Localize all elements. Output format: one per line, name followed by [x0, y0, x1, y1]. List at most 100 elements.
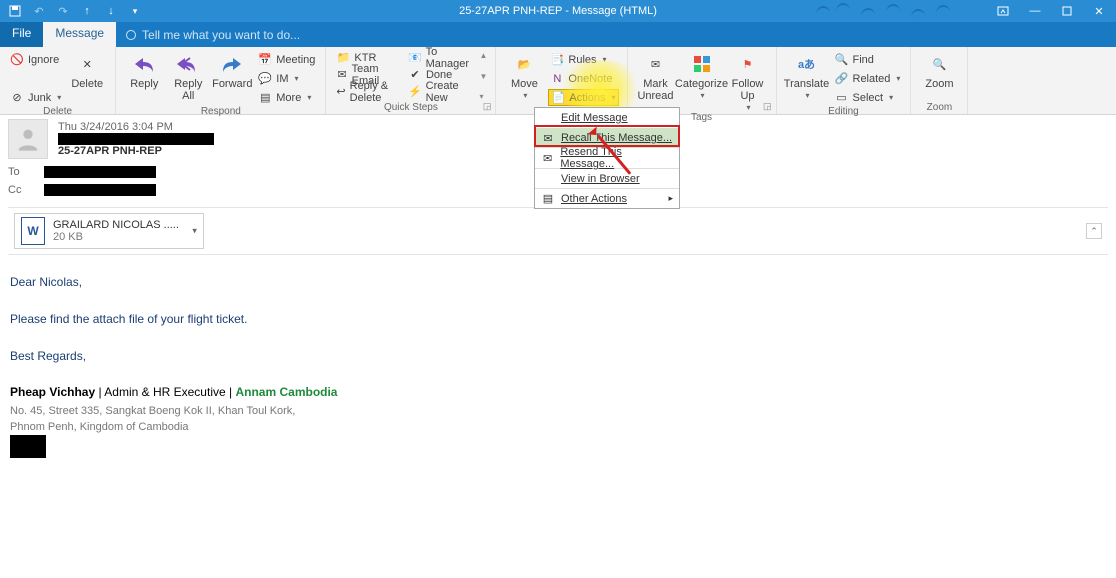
- forward-icon: [219, 51, 245, 77]
- sig-addr2: Phnom Penh, Kingdom of Cambodia: [10, 420, 1106, 435]
- tags-launcher-icon[interactable]: ◲: [763, 101, 772, 112]
- categorize-button[interactable]: Categorize: [680, 49, 724, 100]
- next-icon[interactable]: ↓: [104, 4, 118, 18]
- mark-unread-button[interactable]: ✉Mark Unread: [636, 49, 676, 102]
- meeting-icon: 📅: [258, 53, 272, 67]
- menu-edit-message[interactable]: Edit Message: [535, 108, 679, 128]
- tell-me-search[interactable]: Tell me what you want to do...: [116, 22, 1116, 47]
- forward-button[interactable]: Forward: [212, 49, 252, 90]
- sig-addr1: No. 45, Street 335, Sangkat Boeng Kok II…: [10, 404, 1106, 419]
- maximize-icon[interactable]: [1060, 4, 1074, 18]
- window-title: 25-27APR PNH-REP - Message (HTML): [459, 5, 657, 17]
- ignore-button[interactable]: 🚫Ignore: [8, 51, 63, 68]
- menu-other-actions[interactable]: ▤Other Actions: [535, 188, 679, 208]
- sender-avatar: [8, 119, 48, 159]
- to-label: To: [8, 166, 34, 178]
- edit-message-icon: [541, 111, 555, 125]
- reply-all-button[interactable]: Reply All: [168, 49, 208, 102]
- quickstep-to-manager[interactable]: 📧To Manager: [406, 49, 472, 66]
- quickstep-down-icon[interactable]: ▼: [479, 72, 487, 81]
- save-icon[interactable]: [8, 4, 22, 18]
- related-icon: 🔗: [835, 72, 849, 86]
- meeting-button[interactable]: 📅Meeting: [256, 51, 317, 68]
- close-icon[interactable]: ✕: [1092, 4, 1106, 18]
- collapse-attachments-icon[interactable]: ⌃: [1086, 223, 1102, 239]
- onenote-button[interactable]: NOneNote: [548, 70, 618, 87]
- attachment-size: 20 KB: [53, 231, 179, 243]
- related-button[interactable]: 🔗Related: [833, 70, 903, 87]
- group-label-quicksteps: Quick Steps: [334, 102, 487, 114]
- zoom-button[interactable]: 🔍Zoom: [919, 49, 959, 90]
- recall-icon: ✉: [541, 131, 555, 145]
- attachment-menu-icon[interactable]: ▾: [192, 226, 197, 237]
- sig-name: Pheap Vichhay: [10, 385, 95, 399]
- group-delete: 🚫Ignore ⊘Junk ✕ Delete Delete: [0, 47, 116, 114]
- other-actions-icon: ▤: [541, 192, 555, 206]
- cc-value: user3@example.com: [44, 184, 156, 196]
- decorative-birds: [806, 0, 966, 22]
- minimize-icon[interactable]: —: [1028, 4, 1042, 18]
- menu-recall-message[interactable]: ✉Recall This Message...: [535, 128, 679, 148]
- tab-file[interactable]: File: [0, 22, 43, 47]
- group-zoom: 🔍Zoom Zoom: [911, 47, 968, 114]
- reply-delete-icon: ↩: [336, 85, 345, 99]
- prev-icon[interactable]: ↑: [80, 4, 94, 18]
- quickstep-create-new[interactable]: ⚡Create New: [406, 83, 472, 100]
- ribbon-tabs: File Message Tell me what you want to do…: [0, 22, 1116, 47]
- create-new-icon: ⚡: [408, 85, 422, 99]
- delete-button[interactable]: ✕ Delete: [67, 49, 107, 90]
- quicksteps-launcher-icon[interactable]: ◲: [483, 101, 492, 112]
- select-button[interactable]: ▭Select: [833, 89, 903, 106]
- follow-up-button[interactable]: ⚑Follow Up: [728, 49, 768, 112]
- to-manager-icon: 📧: [408, 51, 422, 65]
- message-subject: 25-27APR PNH-REP: [58, 145, 214, 157]
- menu-view-browser[interactable]: View in Browser: [535, 168, 679, 188]
- quickstep-up-icon[interactable]: ▲: [479, 51, 487, 60]
- translate-button[interactable]: aあTranslate: [785, 49, 829, 100]
- done-icon: ✔: [408, 68, 422, 82]
- ribbon-options-icon[interactable]: [996, 4, 1010, 18]
- word-doc-icon: [21, 217, 45, 245]
- delete-icon: ✕: [74, 51, 100, 77]
- reply-all-icon: [175, 51, 201, 77]
- undo-icon[interactable]: ↶: [32, 4, 46, 18]
- categorize-icon: [689, 51, 715, 77]
- actions-button[interactable]: 📄Actions: [548, 89, 618, 106]
- browser-icon: [541, 172, 555, 186]
- resend-icon: ✉: [541, 151, 554, 165]
- flag-icon: ⚑: [735, 51, 761, 77]
- reply-button[interactable]: Reply: [124, 49, 164, 90]
- tab-message[interactable]: Message: [43, 22, 116, 47]
- find-icon: 🔍: [835, 53, 849, 67]
- body-regards: Best Regards,: [10, 345, 1106, 368]
- signature: Pheap Vichhay | Admin & HR Executive | A…: [10, 381, 1106, 457]
- im-button[interactable]: 💬IM: [256, 70, 317, 87]
- quickstep-reply-delete[interactable]: ↩Reply & Delete: [334, 83, 400, 100]
- redo-icon[interactable]: ↷: [56, 4, 70, 18]
- team-email-icon: ✉: [336, 68, 347, 82]
- attachment-chip[interactable]: GRAILARD NICOLAS ..... 20 KB ▾: [14, 213, 204, 249]
- rules-button[interactable]: 📑Rules: [548, 51, 618, 68]
- im-icon: 💬: [258, 72, 272, 86]
- tell-me-placeholder: Tell me what you want to do...: [142, 28, 300, 42]
- mark-unread-icon: ✉: [643, 51, 669, 77]
- reply-icon: [131, 51, 157, 77]
- ignore-icon: 🚫: [10, 53, 24, 67]
- actions-icon: 📄: [551, 91, 565, 105]
- menu-resend-message[interactable]: ✉Resend This Message...: [535, 148, 679, 168]
- group-tags: ✉Mark Unread Categorize ⚑Follow Up Tags …: [628, 47, 777, 114]
- find-button[interactable]: 🔍Find: [833, 51, 903, 68]
- sig-redacted: xxxx: [10, 435, 46, 458]
- move-button[interactable]: 📂Move: [504, 49, 544, 100]
- attachment-bar: GRAILARD NICOLAS ..... 20 KB ▾ ⌃: [8, 207, 1108, 255]
- message-date: Thu 3/24/2016 3:04 PM: [58, 121, 214, 133]
- qat-more-icon[interactable]: ▾: [128, 4, 142, 18]
- more-respond-button[interactable]: ▤More: [256, 89, 317, 106]
- group-editing: aあTranslate 🔍Find 🔗Related ▭Select Editi…: [777, 47, 912, 114]
- body-greeting: Dear Nicolas,: [10, 271, 1106, 294]
- junk-button[interactable]: ⊘Junk: [8, 89, 63, 106]
- sig-title: Admin & HR Executive: [104, 385, 225, 399]
- quickstep-more-icon[interactable]: ▾: [479, 92, 487, 101]
- group-label-respond: Respond: [124, 106, 317, 118]
- translate-icon: aあ: [794, 51, 820, 77]
